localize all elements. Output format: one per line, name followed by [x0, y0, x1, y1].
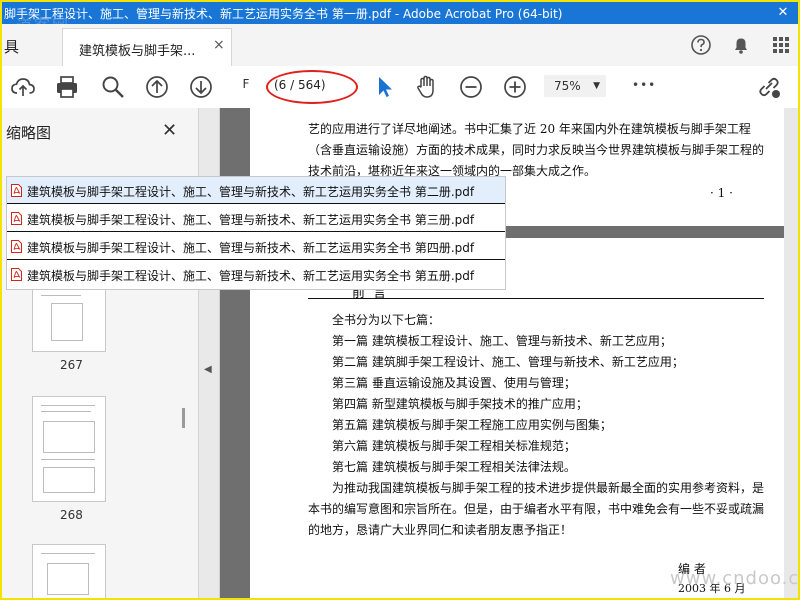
chapter-line: 第七篇 建筑模板与脚手架工程相关法律法规。 [332, 460, 576, 474]
page-number-footer: · 1 · [710, 186, 733, 200]
pdf-file-icon [11, 240, 22, 253]
pdf-page-preface: 前 言 全书分为以下七篇： 第一篇 建筑模板工程设计、施工、管理与新技术、新工艺… [250, 238, 786, 598]
chapter-line: 第六篇 建筑模板与脚手架工程相关标准规范； [332, 439, 576, 453]
pdf-file-icon [11, 212, 22, 225]
zoom-out-icon[interactable] [458, 74, 484, 100]
chapter-line: 第一篇 建筑模板工程设计、施工、管理与新技术、新工艺应用； [332, 334, 672, 348]
file-item[interactable]: 建筑模板与脚手架工程设计、施工、管理与新技术、新工艺运用实务全书 第四册.pdf [7, 233, 505, 260]
tab-bar: 具 建筑模板与脚手架... × [2, 24, 798, 67]
bell-icon[interactable] [730, 34, 752, 56]
site-watermark: www.cndoo.com [670, 568, 800, 589]
window-close-button[interactable]: ✕ [768, 2, 798, 24]
file-name: 建筑模板与脚手架工程设计、施工、管理与新技术、新工艺运用实务全书 第二册.pdf [27, 185, 475, 199]
document-scrollbar[interactable] [784, 108, 798, 598]
thumbnail-page-number: 267 [60, 358, 83, 372]
file-item[interactable]: 建筑模板与脚手架工程设计、施工、管理与新技术、新工艺运用实务全书 第五册.pdf [7, 261, 505, 288]
apps-grid-icon[interactable] [770, 34, 792, 56]
red-highlight-annotation [266, 70, 358, 104]
share-link-icon[interactable] [756, 74, 782, 100]
preface-intro: 全书分为以下七篇： [332, 313, 441, 327]
page-number-input[interactable]: F [238, 77, 254, 95]
file-name: 建筑模板与脚手架工程设计、施工、管理与新技术、新工艺运用实务全书 第三册.pdf [27, 213, 475, 227]
file-item[interactable]: 建筑模板与脚手架工程设计、施工、管理与新技术、新工艺运用实务全书 第二册.pdf [7, 177, 505, 204]
select-cursor-icon[interactable] [372, 74, 398, 100]
chapter-line: 第三篇 垂直运输设施及其设置、使用与管理； [332, 376, 576, 390]
print-icon[interactable] [54, 74, 80, 100]
closing-line: 的地方，恳请广大业界同仁和读者朋友惠予指正！ [308, 523, 573, 537]
file-list-overlay: 建筑模板与脚手架工程设计、施工、管理与新技术、新工艺运用实务全书 第二册.pdf… [6, 176, 506, 290]
zoom-select[interactable]: 75% ▼ [544, 75, 606, 97]
chapter-line: 第五篇 建筑模板与脚手架工程施工应用实例与图集； [332, 418, 612, 432]
pdf-file-icon [11, 268, 22, 281]
close-pane-button[interactable]: ✕ [162, 120, 177, 141]
heading-rule [308, 298, 764, 299]
file-name: 建筑模板与脚手架工程设计、施工、管理与新技术、新工艺运用实务全书 第四册.pdf [27, 241, 475, 255]
thumbnail-page-number: 268 [60, 508, 83, 522]
tab-close-button[interactable]: × [213, 37, 225, 53]
cloud-upload-icon[interactable] [10, 74, 36, 100]
chapter-line: 第二篇 建筑脚手架工程设计、施工、管理与新技术、新工艺应用； [332, 355, 684, 369]
chapter-line: 第四篇 新型建筑模板与脚手架技术的推广应用； [332, 397, 588, 411]
underline [7, 231, 505, 232]
next-page-icon[interactable] [188, 74, 214, 100]
closing-line: 本书的编写意图和宗旨所在。但是，由于编者水平有限，书中难免会有一些不妥或疏漏 [308, 502, 765, 516]
page-text-line: （含垂直运输设施）方面的技术成果，同时力求反映当今世界建筑模板与脚手架工程的 [308, 143, 765, 157]
zoom-search-icon[interactable] [100, 74, 126, 100]
pdf-file-icon [11, 184, 22, 197]
chevron-down-icon: ▼ [593, 81, 600, 91]
page-thumbnail-268[interactable] [32, 396, 106, 502]
thumbnails-pane-title: 缩略图 [6, 124, 52, 142]
file-name: 建筑模板与脚手架工程设计、施工、管理与新技术、新工艺运用实务全书 第五册.pdf [27, 269, 475, 283]
zoom-in-icon[interactable] [502, 74, 528, 100]
document-tab-label: 建筑模板与脚手架... [79, 44, 196, 59]
tools-menu[interactable]: 具 [4, 36, 19, 57]
underline [7, 203, 505, 204]
main-toolbar: F (6 / 564) 75% ▼ ••• [2, 66, 798, 109]
window-title: 脚手架工程设计、施工、管理与新技术、新工艺运用实务全书 第一册.pdf - Ad… [4, 7, 563, 21]
file-item[interactable]: 建筑模板与脚手架工程设计、施工、管理与新技术、新工艺运用实务全书 第三册.pdf [7, 205, 505, 232]
page-text-line: 艺的应用进行了详尽地阐述。书中汇集了近 20 年来国内外在建筑模板与脚手架工程 [308, 122, 751, 136]
page-thumbnail-269[interactable] [32, 544, 106, 598]
app-window: 脚手架工程设计、施工、管理与新技术、新工艺运用实务全书 第一册.pdf - Ad… [0, 0, 800, 600]
thumbnails-scrollbar[interactable] [182, 408, 185, 428]
collapse-pane-icon[interactable]: ◀ [204, 364, 212, 375]
hand-tool-icon[interactable] [414, 74, 440, 100]
closing-line: 为推动我国建筑模板与脚手架工程的技术进步提供最新最全面的实用参考资料，是 [332, 481, 765, 495]
help-icon[interactable] [690, 34, 712, 56]
more-tools-button[interactable]: ••• [632, 78, 656, 92]
underline [7, 259, 505, 260]
document-tab[interactable]: 建筑模板与脚手架... × [62, 28, 232, 67]
zoom-value: 75% [554, 79, 581, 93]
previous-page-icon[interactable] [144, 74, 170, 100]
title-bar: 脚手架工程设计、施工、管理与新技术、新工艺运用实务全书 第一册.pdf - Ad… [2, 2, 798, 35]
